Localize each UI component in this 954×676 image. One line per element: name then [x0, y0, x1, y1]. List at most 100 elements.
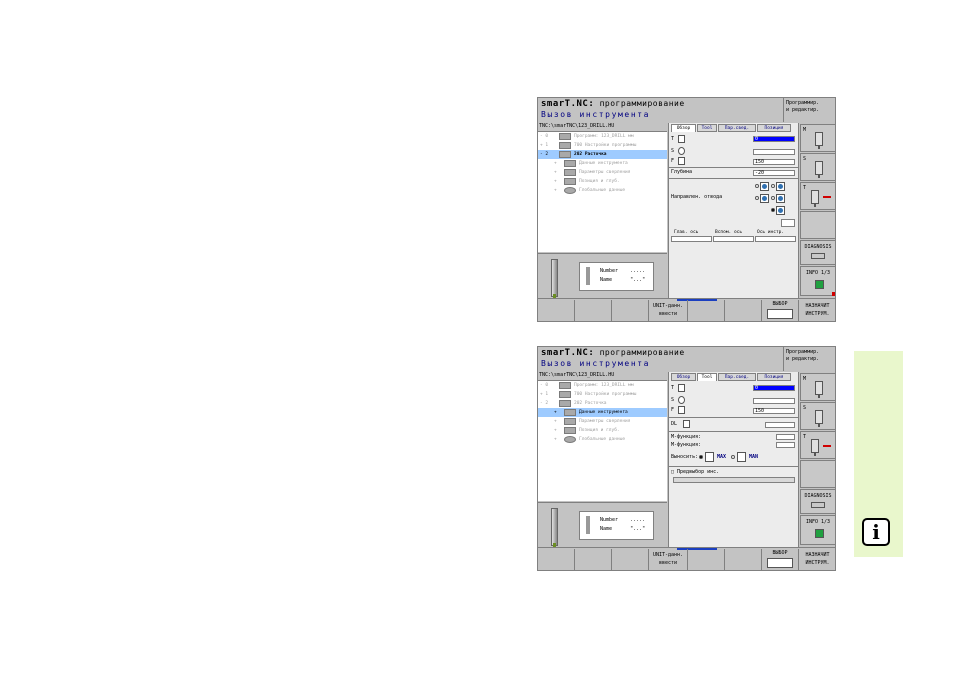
m-function-button[interactable]: M: [800, 373, 835, 401]
tab-tool[interactable]: Tool: [697, 373, 717, 381]
tree-item-drilling-params[interactable]: + Параметры сверления: [538, 168, 667, 177]
retract-radio-3[interactable]: [755, 196, 759, 200]
retract-radio-5[interactable]: [771, 208, 775, 212]
diagnosis-icon: [811, 502, 825, 508]
settings-icon: [559, 391, 571, 398]
diagnosis-button[interactable]: DIAGNOSIS: [800, 489, 835, 514]
t-function-button[interactable]: T: [800, 431, 835, 459]
info-button[interactable]: INFO 1/3: [800, 515, 835, 545]
tree-item-boring[interactable]: - 2 202 Расточка: [538, 150, 667, 159]
depth-field[interactable]: -20: [753, 170, 795, 176]
tree-item-global-data[interactable]: + Глобальные данные: [538, 435, 667, 444]
retract-direction-label: Направлен. отвода: [671, 194, 723, 200]
select-softkey[interactable]: ВЫБОР: [762, 300, 799, 321]
tool-select-icon: [767, 309, 793, 319]
softkey-3[interactable]: [612, 300, 649, 321]
diagnosis-icon: [811, 253, 825, 259]
tool-axis-field[interactable]: [755, 236, 796, 242]
softkey-2[interactable]: [575, 549, 612, 570]
tree-item-tool-data[interactable]: + Данные инструмента: [538, 159, 667, 168]
tree-item-tool-data[interactable]: + Данные инструмента: [538, 408, 667, 417]
unit-data-softkey[interactable]: UNIT-данн. ввести: [649, 549, 688, 570]
form-panel: Обзор Tool Пар.свед. Позиция T 0 S F 150…: [668, 372, 799, 547]
retract-radio-1[interactable]: [755, 184, 759, 188]
feed-rate-field[interactable]: 150: [753, 408, 795, 414]
diagnosis-button[interactable]: DIAGNOSIS: [800, 240, 835, 265]
retract-radio-2[interactable]: [771, 184, 775, 188]
tree-item-program[interactable]: - 0 Программ: 123_DRILL мм: [538, 381, 667, 390]
m-function-1-field[interactable]: [776, 434, 795, 440]
softkey-5[interactable]: [688, 300, 725, 321]
tool-change-icon: [811, 439, 819, 456]
softkey-5[interactable]: [688, 549, 725, 570]
tree-item-drilling-params[interactable]: + Параметры сверления: [538, 417, 667, 426]
main-axis-field[interactable]: [671, 236, 712, 242]
spindle-speed-field[interactable]: [753, 398, 795, 404]
tab-tool[interactable]: Tool: [697, 124, 717, 132]
screen-title: Вызов инструмента: [541, 359, 651, 368]
softkey-3[interactable]: [612, 549, 649, 570]
tab-position[interactable]: Позиция: [757, 124, 791, 132]
tree-item-program[interactable]: - 0 Программ: 123_DRILL мм: [538, 132, 667, 141]
t-function-button[interactable]: T: [800, 182, 835, 210]
aux-axis-field[interactable]: [713, 236, 754, 242]
retract-radio-4[interactable]: [771, 196, 775, 200]
retract-dir-icon-1: [760, 182, 769, 191]
tree-item-settings[interactable]: + 1 700 Настройки программы: [538, 141, 667, 150]
assign-tool-softkey[interactable]: НАЗНАЧИТ ИНСТРУМ.: [799, 549, 835, 570]
program-tree[interactable]: - 0 Программ: 123_DRILL мм + 1 700 Настр…: [538, 131, 667, 252]
drill-tool-icon: [551, 259, 558, 299]
tab-overview[interactable]: Обзор: [671, 124, 696, 132]
arrow-icon: [823, 445, 831, 447]
empty-side-button[interactable]: [800, 460, 835, 488]
m-function-2-field[interactable]: [776, 442, 795, 448]
tool-number-field[interactable]: 0: [753, 385, 795, 391]
tab-overview[interactable]: Обзор: [671, 373, 696, 381]
tab-position[interactable]: Позиция: [757, 373, 791, 381]
spindle-speed-field[interactable]: [753, 149, 795, 155]
program-tree-panel: TNC:\smarTNC\123_DRILL.HU - 0 Программ: …: [538, 123, 667, 301]
lift-max-radio[interactable]: [699, 455, 703, 459]
tab-params[interactable]: Пар.свед.: [718, 124, 756, 132]
delta-length-field[interactable]: [765, 422, 795, 428]
global-data-icon: [564, 436, 576, 443]
info-icon: [815, 529, 824, 538]
position-icon: [564, 178, 576, 185]
assign-tool-softkey[interactable]: НАЗНАЧИТ ИНСТРУМ.: [799, 300, 835, 321]
preset-tool-field[interactable]: [673, 477, 795, 483]
auto-button[interactable]: [781, 219, 795, 227]
tree-item-global-data[interactable]: + Глобальные данные: [538, 186, 667, 195]
program-icon: [559, 382, 571, 389]
boring-icon: [559, 151, 571, 158]
softkey-2[interactable]: [575, 300, 612, 321]
tool-preview: Number ..... Name "...": [538, 253, 667, 301]
softkey-1[interactable]: [538, 549, 575, 570]
tree-item-position[interactable]: + Позиция и глуб.: [538, 426, 667, 435]
tab-params[interactable]: Пар.свед.: [718, 373, 756, 381]
retract-dir-icon-2: [776, 182, 785, 191]
select-softkey[interactable]: ВЫБОР: [762, 549, 799, 570]
softkey-6[interactable]: [725, 300, 762, 321]
tree-item-position[interactable]: + Позиция и глуб.: [538, 177, 667, 186]
tree-item-settings[interactable]: + 1 700 Настройки программы: [538, 390, 667, 399]
tool-mini-icon: [586, 516, 590, 534]
tree-item-boring[interactable]: - 2 202 Расточка: [538, 399, 667, 408]
empty-side-button[interactable]: [800, 211, 835, 239]
info-button[interactable]: INFO 1/3: [800, 266, 835, 296]
softkey-6[interactable]: [725, 549, 762, 570]
preset-tool-option[interactable]: □ Предвыбор инс.: [671, 468, 719, 476]
tool-number-field[interactable]: 0: [753, 136, 795, 142]
program-tree[interactable]: - 0 Программ: 123_DRILL мм + 1 700 Настр…: [538, 380, 667, 501]
feed-rate-icon: [678, 157, 685, 165]
screenshot-tool-call-overview: smarT.NC: программирование Вызов инструм…: [537, 97, 836, 322]
s-function-button[interactable]: S: [800, 153, 835, 181]
unit-data-softkey[interactable]: UNIT-данн. ввести: [649, 300, 688, 321]
header: smarT.NC: программирование Вызов инструм…: [538, 347, 782, 371]
lift-man-icon: [737, 452, 746, 462]
feed-rate-field[interactable]: 150: [753, 159, 795, 165]
s-function-button[interactable]: S: [800, 402, 835, 430]
drill-tool-icon: [551, 508, 558, 548]
m-function-button[interactable]: M: [800, 124, 835, 152]
lift-man-radio[interactable]: [731, 455, 735, 459]
softkey-1[interactable]: [538, 300, 575, 321]
